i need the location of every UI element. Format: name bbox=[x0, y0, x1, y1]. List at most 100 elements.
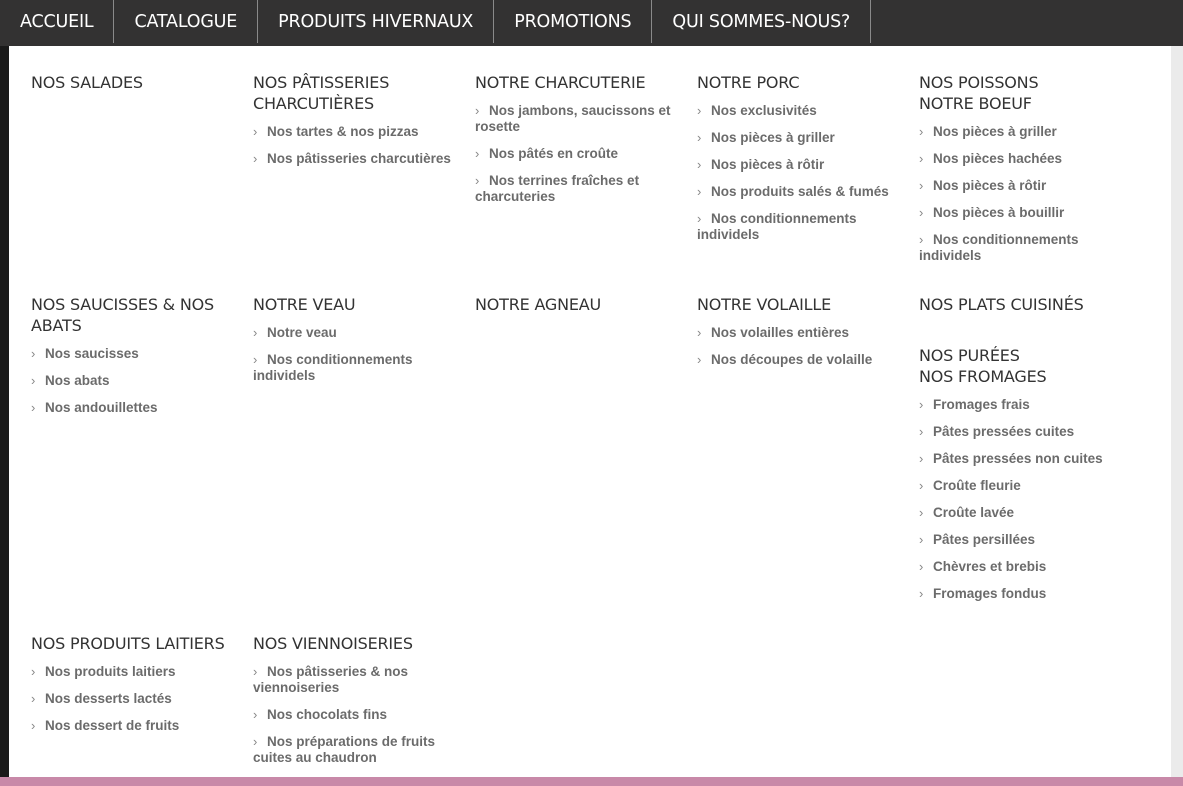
menu-heading-saucisses[interactable]: NOS SAUCISSES & NOS bbox=[31, 294, 236, 315]
menu-link-item[interactable]: › Nos produits salés & fumés bbox=[697, 184, 902, 200]
menu-list: › Nos volailles entières › Nos découpes de … bbox=[697, 325, 902, 368]
menu-heading-produits-laitiers[interactable]: NOS PRODUITS LAITIERS bbox=[31, 633, 236, 654]
nav-promotions[interactable]: PROMOTIONS bbox=[494, 0, 653, 43]
menu-link-label: Nos pâtisseries charcutières bbox=[267, 151, 451, 166]
chevron-right-icon: › bbox=[919, 124, 924, 139]
menu-heading-veau[interactable]: NOTRE VEAU bbox=[253, 294, 458, 315]
menu-link-label: Nos chocolats fins bbox=[267, 707, 388, 722]
menu-link-label: Nos conditionnements individels bbox=[919, 232, 1079, 263]
menu-heading-abats[interactable]: ABATS bbox=[31, 315, 236, 336]
menu-link-item[interactable]: › Nos pièces à griller bbox=[697, 130, 902, 146]
menu-link-item[interactable]: › Nos conditionnements individels bbox=[919, 232, 1124, 264]
chevron-right-icon: › bbox=[919, 397, 924, 412]
menu-link-label: Notre veau bbox=[267, 325, 337, 340]
menu-link-item[interactable]: › Nos pâtisseries & nos viennoiseries bbox=[253, 664, 458, 696]
menu-link-item[interactable]: › Nos exclusivités bbox=[697, 103, 902, 119]
menu-link-item[interactable]: › Nos volailles entières bbox=[697, 325, 902, 341]
menu-link-item[interactable]: › Nos andouillettes bbox=[31, 400, 236, 416]
menu-link-item[interactable]: › Nos chocolats fins bbox=[253, 707, 458, 723]
menu-link-item[interactable]: › Croûte lavée bbox=[919, 505, 1124, 521]
menu-heading-porc[interactable]: NOTRE PORC bbox=[697, 72, 902, 93]
menu-heading-viennoiseries[interactable]: NOS VIENNOISERIES bbox=[253, 633, 458, 654]
menu-link-label: Nos exclusivités bbox=[711, 103, 817, 118]
menu-link-label: Nos découpes de volaille bbox=[711, 352, 873, 367]
menu-heading-salades[interactable]: NOS SALADES bbox=[31, 72, 236, 93]
chevron-right-icon: › bbox=[31, 346, 36, 361]
menu-link-item[interactable]: › Nos découpes de volaille bbox=[697, 352, 902, 368]
menu-column-poissons-boeuf: NOS POISSONS NOTRE BOEUF › Nos pièces à g… bbox=[919, 72, 1124, 275]
chevron-right-icon: › bbox=[697, 211, 702, 226]
nav-catalogue[interactable]: CATALOGUE bbox=[114, 0, 259, 43]
menu-link-label: Nos pâtisseries & nos viennoiseries bbox=[253, 664, 409, 695]
menu-column-porc: NOTRE PORC › Nos exclusivités › Nos pièces … bbox=[697, 72, 902, 254]
menu-link-item[interactable]: › Pâtes persillées bbox=[919, 532, 1124, 548]
menu-link-item[interactable]: › Nos tartes & nos pizzas bbox=[253, 124, 458, 140]
chevron-right-icon: › bbox=[31, 664, 36, 679]
menu-link-item[interactable]: › Nos pâtisseries charcutières bbox=[253, 151, 458, 167]
menu-link-item[interactable]: › Pâtes pressées non cuites bbox=[919, 451, 1124, 467]
menu-link-item[interactable]: › Nos produits laitiers bbox=[31, 664, 236, 680]
menu-link-label: Nos pièces à bouillir bbox=[933, 205, 1065, 220]
menu-heading-poissons[interactable]: NOS POISSONS bbox=[919, 72, 1124, 93]
chevron-right-icon: › bbox=[475, 173, 480, 188]
menu-link-item[interactable]: › Pâtes pressées cuites bbox=[919, 424, 1124, 440]
menu-link-item[interactable]: › Nos conditionnements individels bbox=[697, 211, 902, 243]
menu-heading-plats-cuisines[interactable]: NOS PLATS CUISINÉS bbox=[919, 294, 1124, 315]
bottom-accent-bar bbox=[0, 777, 1183, 786]
menu-link-item[interactable]: › Croûte fleurie bbox=[919, 478, 1124, 494]
menu-link-item[interactable]: › Nos pièces à griller bbox=[919, 124, 1124, 140]
nav-accueil[interactable]: ACCUEIL bbox=[0, 0, 115, 43]
chevron-right-icon: › bbox=[919, 505, 924, 520]
chevron-right-icon: › bbox=[31, 373, 36, 388]
menu-list: › Nos exclusivités › Nos pièces à griller › N… bbox=[697, 103, 902, 243]
menu-link-item[interactable]: › Nos préparations de fruits cuites au ch… bbox=[253, 734, 458, 766]
chevron-right-icon: › bbox=[919, 178, 924, 193]
menu-link-label: Nos pièces à rôtir bbox=[711, 157, 825, 172]
right-background bbox=[1171, 46, 1183, 778]
menu-link-item[interactable]: › Nos pièces à rôtir bbox=[919, 178, 1124, 194]
menu-column-plats-cuisines: NOS PLATS CUISINÉS bbox=[919, 294, 1124, 315]
menu-link-item[interactable]: › Nos desserts lactés bbox=[31, 691, 236, 707]
menu-heading-boeuf[interactable]: NOTRE BOEUF bbox=[919, 93, 1124, 114]
menu-link-label: Nos volailles entières bbox=[711, 325, 850, 340]
menu-link-item[interactable]: › Nos pâtés en croûte bbox=[475, 146, 680, 162]
menu-link-item[interactable]: › Nos abats bbox=[31, 373, 236, 389]
chevron-right-icon: › bbox=[919, 586, 924, 601]
menu-link-item[interactable]: › Nos saucisses bbox=[31, 346, 236, 362]
chevron-right-icon: › bbox=[919, 451, 924, 466]
chevron-right-icon: › bbox=[919, 205, 924, 220]
menu-link-label: Nos conditionnements individels bbox=[253, 352, 413, 383]
chevron-right-icon: › bbox=[697, 352, 702, 367]
menu-column-purees-fromages: NOS PURÉES NOS FROMAGES › Fromages frais ›… bbox=[919, 345, 1124, 613]
menu-link-item[interactable]: › Nos jambons, saucissons et rosette bbox=[475, 103, 680, 135]
menu-link-item[interactable]: › Fromages frais bbox=[919, 397, 1124, 413]
menu-link-item[interactable]: › Fromages fondus bbox=[919, 586, 1124, 602]
chevron-right-icon: › bbox=[31, 691, 36, 706]
menu-heading-volaille[interactable]: NOTRE VOLAILLE bbox=[697, 294, 902, 315]
menu-heading-purees[interactable]: NOS PURÉES bbox=[919, 345, 1124, 366]
menu-list: › Fromages frais › Pâtes pressées cuites › Pâ… bbox=[919, 397, 1124, 602]
menu-link-item[interactable]: › Nos conditionnements individels bbox=[253, 352, 458, 384]
menu-heading-charcuterie[interactable]: NOTRE CHARCUTERIE bbox=[475, 72, 680, 93]
menu-heading-agneau[interactable]: NOTRE AGNEAU bbox=[475, 294, 680, 315]
menu-link-item[interactable]: › Nos dessert de fruits bbox=[31, 718, 236, 734]
chevron-right-icon: › bbox=[919, 532, 924, 547]
menu-link-label: Nos desserts lactés bbox=[45, 691, 172, 706]
menu-link-item[interactable]: › Chèvres et brebis bbox=[919, 559, 1124, 575]
nav-qui-sommes-nous[interactable]: QUI SOMMES-NOUS? bbox=[652, 0, 872, 43]
menu-link-label: Fromages fondus bbox=[933, 586, 1047, 601]
menu-link-item[interactable]: › Nos terrines fraîches et charcuteries bbox=[475, 173, 680, 205]
menu-link-label: Croûte fleurie bbox=[933, 478, 1021, 493]
menu-link-item[interactable]: › Notre veau bbox=[253, 325, 458, 341]
chevron-right-icon: › bbox=[697, 157, 702, 172]
menu-heading-patisseries[interactable]: NOS PÂTISSERIES bbox=[253, 72, 458, 93]
menu-heading-fromages[interactable]: NOS FROMAGES bbox=[919, 366, 1124, 387]
menu-link-item[interactable]: › Nos pièces à bouillir bbox=[919, 205, 1124, 221]
menu-link-item[interactable]: › Nos pièces hachées bbox=[919, 151, 1124, 167]
menu-link-item[interactable]: › Nos pièces à rôtir bbox=[697, 157, 902, 173]
menu-link-label: Chèvres et brebis bbox=[933, 559, 1047, 574]
menu-column-salades: NOS SALADES bbox=[31, 72, 236, 93]
nav-produits-hivernaux[interactable]: PRODUITS HIVERNAUX bbox=[258, 0, 495, 43]
menu-column-saucisses-abats: NOS SAUCISSES & NOS ABATS › Nos saucisses… bbox=[31, 294, 236, 427]
menu-heading-charcutieres[interactable]: CHARCUTIÈRES bbox=[253, 93, 458, 114]
